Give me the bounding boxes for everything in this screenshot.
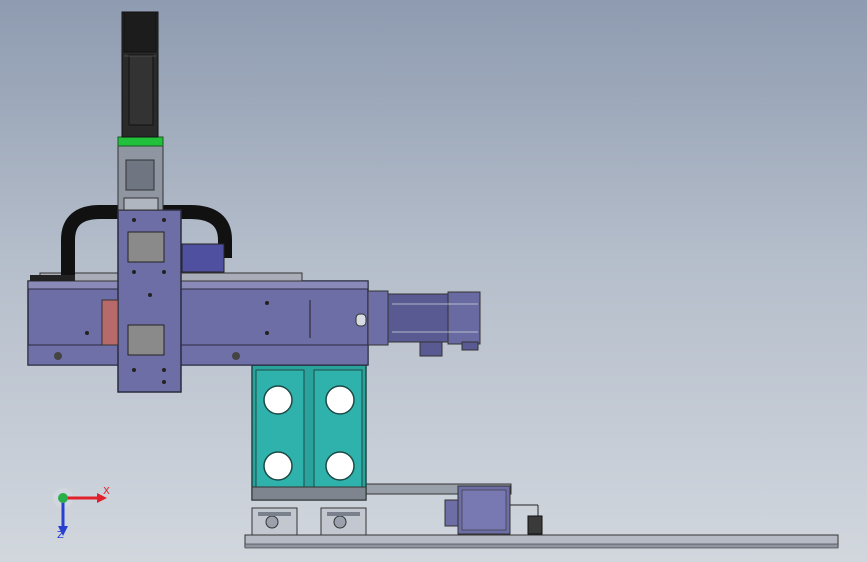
- lower-motor[interactable]: [444, 485, 543, 535]
- horizontal-servo-motor[interactable]: [367, 290, 481, 357]
- cad-viewport[interactable]: X Z: [0, 0, 867, 562]
- base-plate[interactable]: [244, 534, 839, 549]
- coordinate-triad-icon: X Z: [45, 480, 115, 550]
- vertical-column[interactable]: [117, 144, 164, 211]
- motor-coupling[interactable]: [117, 136, 164, 147]
- vertical-servo-motor[interactable]: [121, 11, 159, 138]
- robot-assembly-view[interactable]: [0, 0, 867, 562]
- horizontal-axis-beam[interactable]: [27, 272, 369, 366]
- support-blocks[interactable]: [251, 364, 367, 501]
- rail-blocks[interactable]: [251, 507, 367, 536]
- x-axis-label: X: [103, 486, 110, 497]
- z-axis-label: Z: [57, 530, 64, 541]
